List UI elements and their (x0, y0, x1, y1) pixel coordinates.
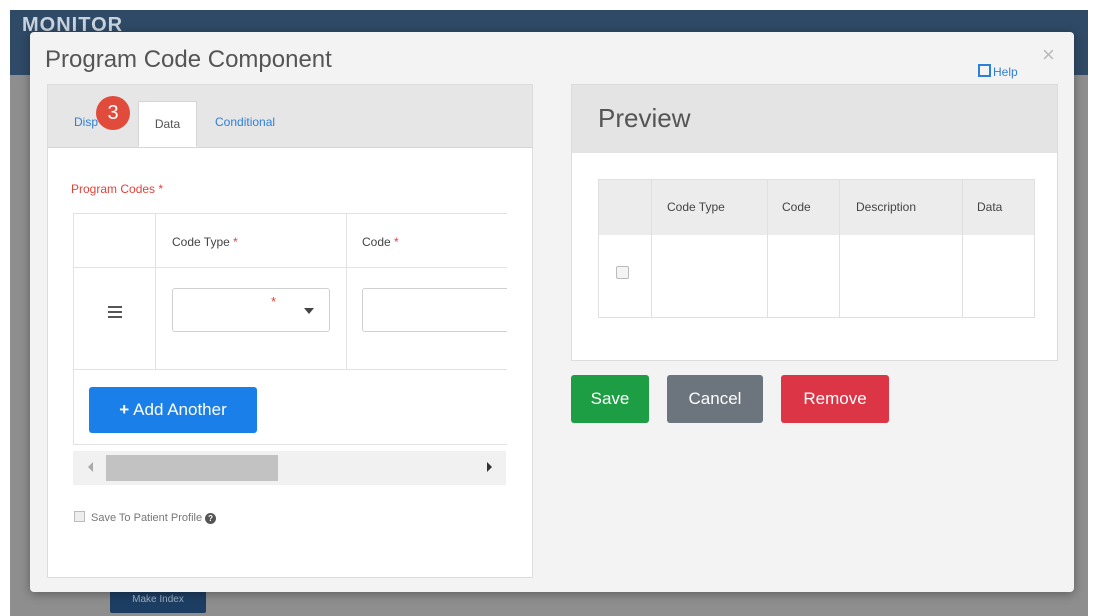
preview-header: Preview (572, 85, 1057, 153)
grid-divider (155, 214, 156, 369)
scroll-left-icon[interactable] (88, 462, 93, 472)
grid-divider (346, 214, 347, 369)
add-another-label: Add Another (133, 400, 227, 419)
help-label: Help (993, 65, 1018, 79)
code-input[interactable] (362, 288, 507, 332)
tab-display[interactable]: Disp (74, 115, 98, 129)
grid-divider (767, 180, 768, 317)
code-type-select[interactable]: * (172, 288, 330, 332)
tab-conditional[interactable]: Conditional (215, 115, 275, 129)
required-marker: * (233, 235, 238, 249)
save-to-profile-checkbox[interactable] (74, 511, 85, 522)
program-codes-grid: Code Type * Code * * + Add Another (73, 213, 507, 445)
scroll-right-icon[interactable] (487, 462, 492, 472)
tab-data[interactable]: Data (138, 101, 197, 147)
program-code-component-dialog: Program Code Component Help × Disp Data … (30, 32, 1074, 592)
preview-column-code-type: Code Type (667, 200, 725, 214)
chevron-down-icon (304, 308, 314, 314)
external-link-icon (978, 64, 991, 77)
save-button[interactable]: Save (571, 375, 649, 423)
step-number-badge: 3 (96, 96, 130, 130)
column-header-code-type: Code Type * (172, 235, 238, 249)
grid-divider (839, 180, 840, 317)
horizontal-scrollbar[interactable] (73, 451, 506, 485)
column-header-label: Code Type (172, 235, 230, 249)
preview-table-header (599, 180, 1034, 235)
program-codes-label: Program Codes * (71, 182, 164, 196)
preview-table: Code Type Code Description Data (598, 179, 1035, 318)
settings-tab-bar: Disp Data Conditional 3 (48, 85, 532, 148)
remove-button[interactable]: Remove (781, 375, 889, 423)
preview-column-description: Description (856, 200, 917, 214)
component-settings-panel: Disp Data Conditional 3 Program Codes * … (47, 84, 533, 578)
grid-divider (74, 267, 507, 268)
grid-divider (74, 369, 507, 370)
preview-column-code: Code (782, 200, 811, 214)
grid-divider (962, 180, 963, 317)
cancel-button[interactable]: Cancel (667, 375, 763, 423)
column-header-code: Code * (362, 235, 399, 249)
question-icon[interactable]: ? (205, 513, 217, 524)
dialog-title: Program Code Component (45, 46, 332, 73)
scrollbar-thumb[interactable] (106, 455, 278, 481)
required-marker: * (271, 294, 277, 309)
preview-panel: Preview Code Type Code Description Data (571, 84, 1058, 361)
save-to-patient-profile-option[interactable]: Save To Patient Profile? (74, 511, 217, 524)
grid-divider (651, 180, 652, 317)
help-link[interactable]: Help (978, 64, 1018, 79)
preview-column-data: Data (977, 200, 1003, 214)
close-icon[interactable]: × (1042, 44, 1055, 66)
plus-icon: + (119, 400, 130, 419)
preview-row-checkbox[interactable] (616, 266, 629, 279)
required-marker: * (394, 235, 399, 249)
preview-title: Preview (598, 103, 691, 133)
drag-handle-icon[interactable] (108, 306, 122, 318)
add-another-button[interactable]: + Add Another (89, 387, 257, 433)
save-to-profile-label: Save To Patient Profile (91, 512, 203, 524)
column-header-label: Code (362, 235, 391, 249)
